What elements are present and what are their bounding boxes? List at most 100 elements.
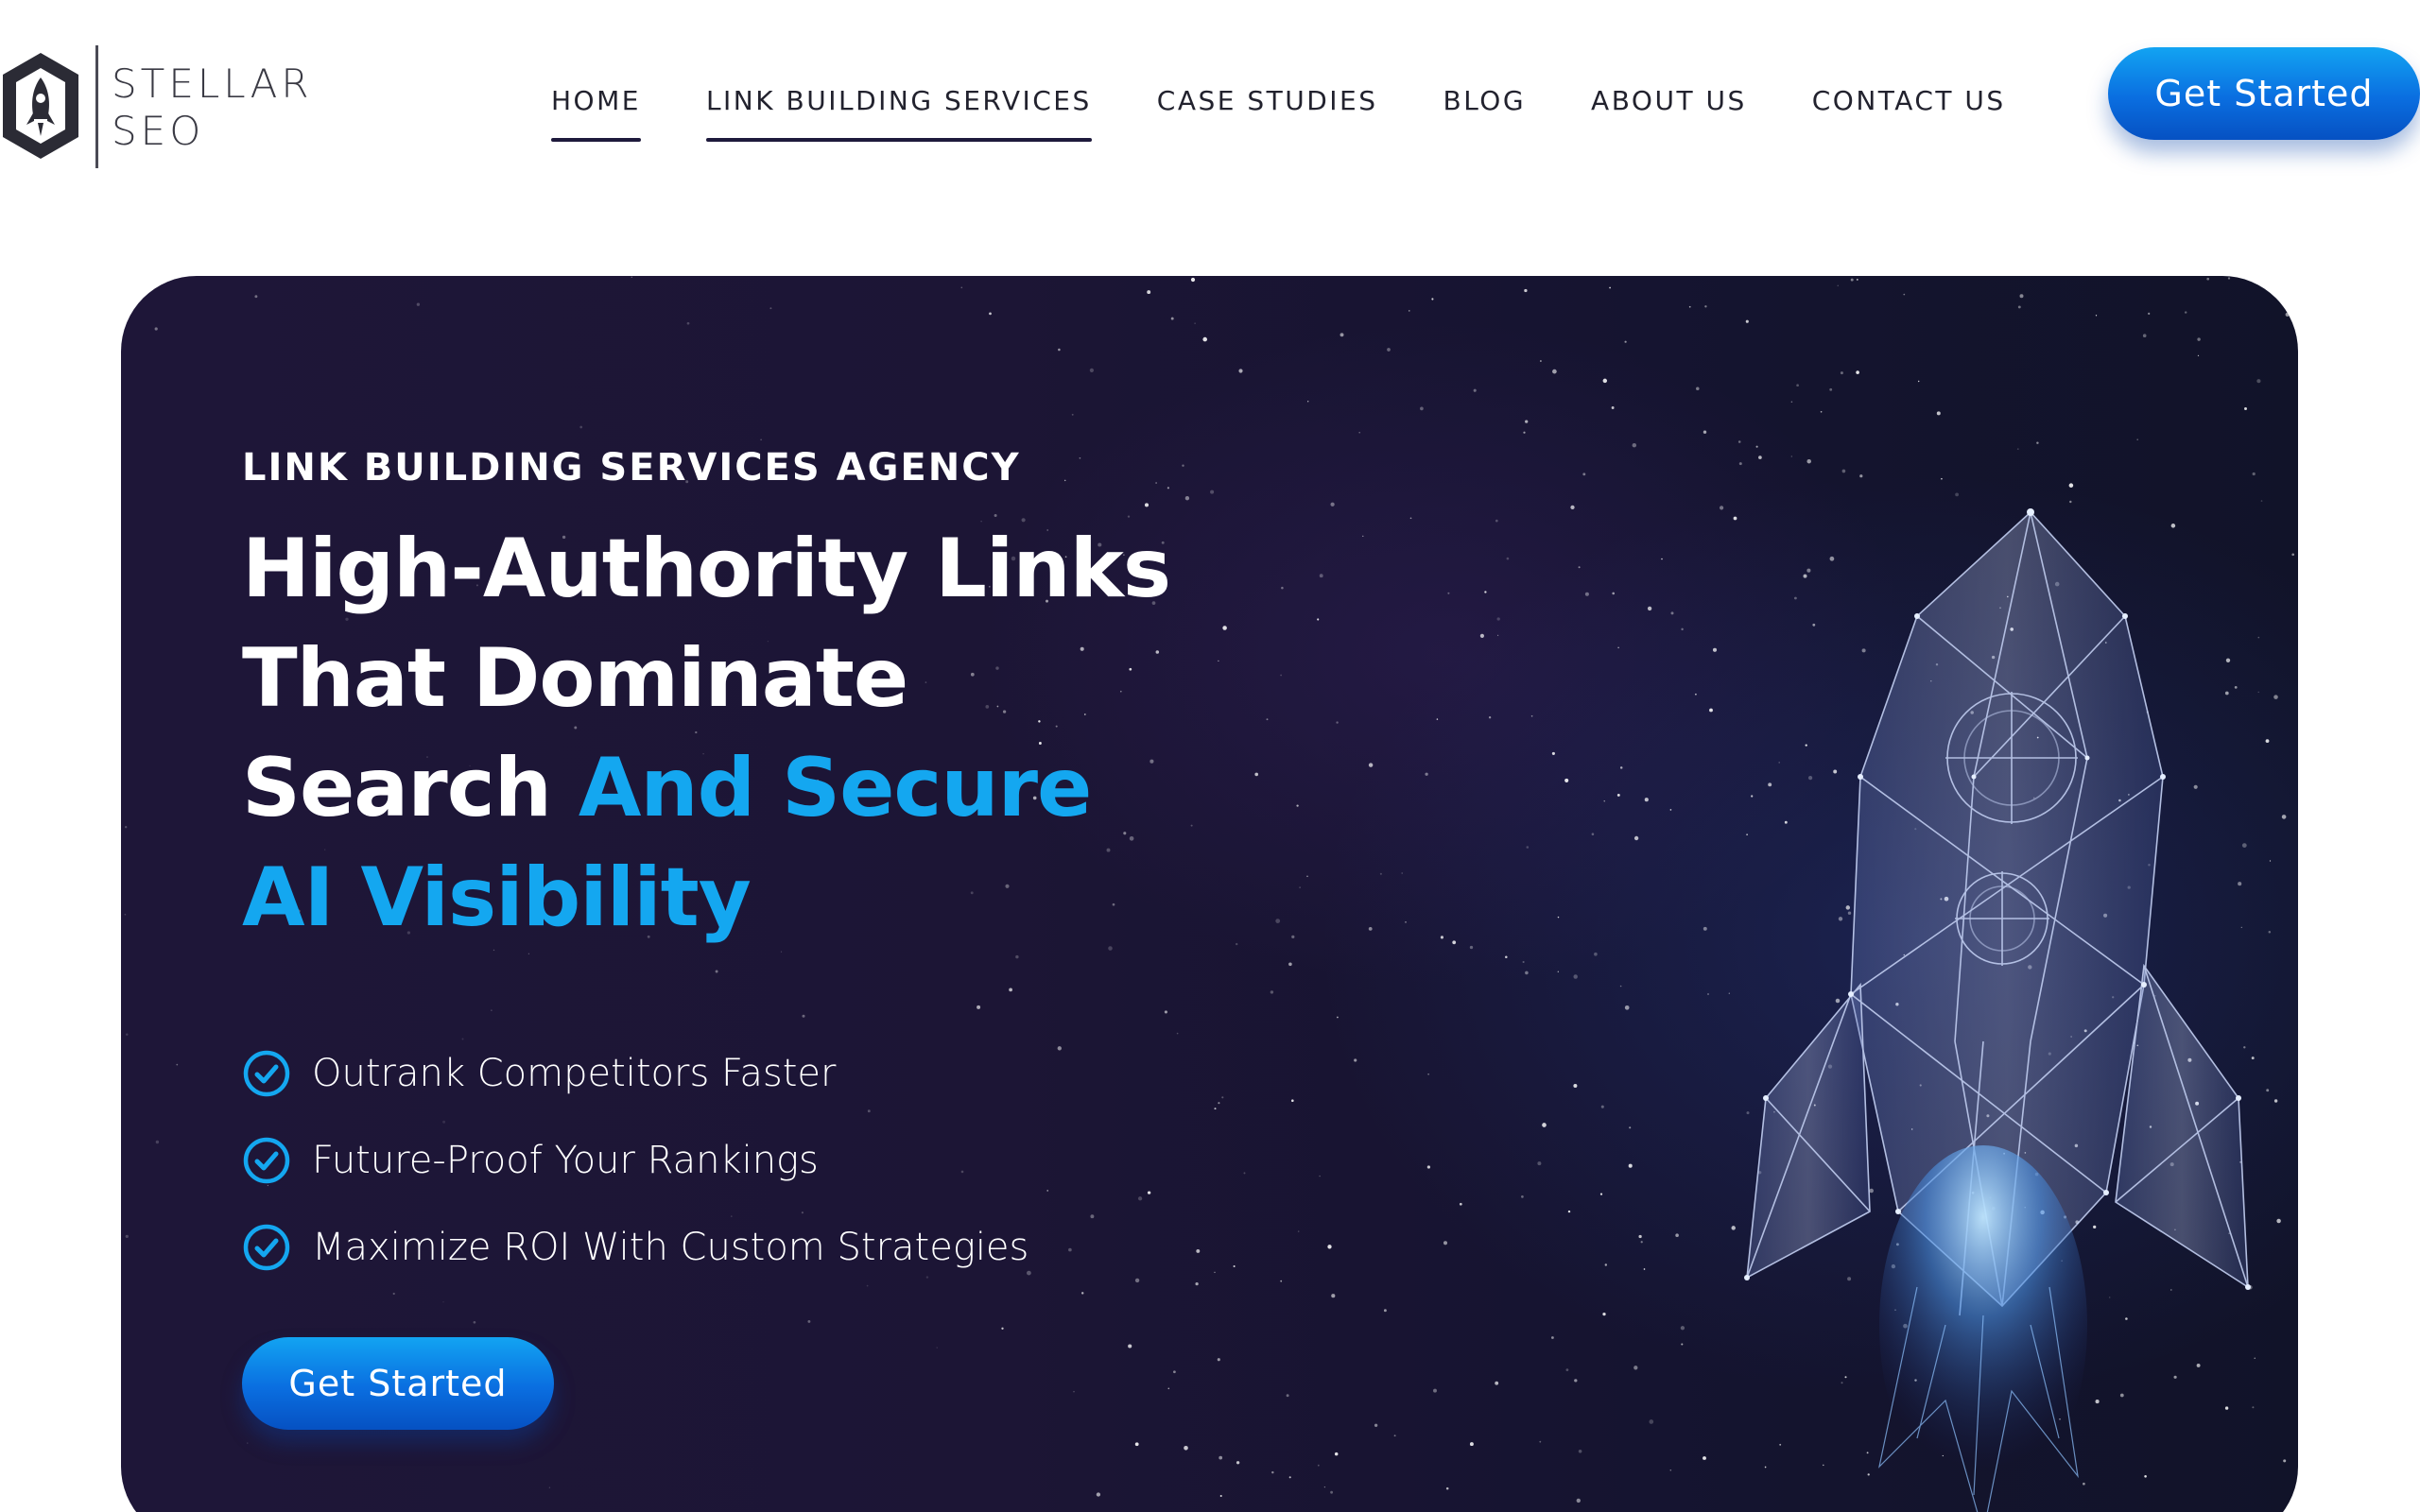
hero-get-started-button[interactable]: Get Started — [242, 1337, 554, 1430]
star — [1521, 1195, 1524, 1198]
nav-item-blog[interactable]: BLOG — [1443, 85, 1527, 142]
star — [1624, 340, 1627, 343]
nav-item-home[interactable]: HOME — [551, 85, 641, 142]
star — [1452, 940, 1457, 945]
star — [1288, 1476, 1291, 1479]
star — [1281, 586, 1284, 590]
star — [1009, 988, 1012, 992]
star — [1340, 333, 1344, 337]
check-circle-icon — [243, 1137, 290, 1184]
feature-item: Maximize ROI With Custom Strategies — [242, 1204, 1028, 1291]
feature-text: Maximize ROI With Custom Strategies — [312, 1226, 1029, 1269]
star — [2197, 354, 2200, 357]
headline-line-3: Search — [242, 741, 579, 835]
star — [1307, 401, 1309, 403]
star — [1459, 1202, 1462, 1206]
star — [1578, 566, 1581, 569]
nav-item-contact-us[interactable]: CONTACT US — [1812, 85, 2006, 142]
star — [1222, 626, 1227, 630]
star — [1195, 1281, 1199, 1286]
nav-item-about-us[interactable]: ABOUT US — [1591, 85, 1747, 142]
star — [1319, 574, 1323, 578]
nav-item-link-building-services[interactable]: LINK BUILDING SERVICES — [705, 85, 1092, 142]
nav-item-case-studies[interactable]: CASE STUDIES — [1157, 85, 1378, 142]
star — [1420, 406, 1424, 411]
star — [1167, 1387, 1170, 1390]
star — [802, 1014, 805, 1018]
star — [1286, 1394, 1289, 1398]
star — [1393, 1435, 1396, 1437]
star — [1164, 1010, 1167, 1014]
star — [1745, 319, 1749, 323]
star — [1079, 456, 1081, 459]
star — [1600, 1105, 1604, 1108]
star — [631, 276, 633, 279]
hero-section: LINK BUILDING SERVICES AGENCY High-Autho… — [121, 276, 2298, 1512]
star — [1551, 751, 1555, 755]
star — [1058, 348, 1061, 352]
star — [977, 1005, 981, 1009]
star — [1170, 317, 1174, 320]
star — [1856, 278, 1858, 281]
star — [1537, 1161, 1542, 1166]
star — [1063, 479, 1066, 482]
star — [1354, 1058, 1357, 1062]
rocket-hexagon-icon — [3, 53, 78, 159]
star — [1046, 1190, 1049, 1192]
star — [1567, 1210, 1571, 1213]
site-header: STELLAR SEO HOME LINK BUILDING SERVICES … — [0, 0, 2420, 208]
star — [1401, 872, 1404, 874]
star — [1578, 1450, 1582, 1453]
star — [1176, 1032, 1179, 1035]
star — [1552, 369, 1557, 374]
star — [760, 438, 762, 441]
star — [124, 913, 127, 916]
star — [1196, 1248, 1201, 1253]
star — [2142, 334, 2147, 337]
star — [1479, 633, 1484, 638]
star — [1280, 674, 1282, 677]
star — [1210, 490, 1215, 494]
star — [1496, 617, 1500, 621]
star — [1238, 369, 1243, 373]
star — [1337, 1016, 1339, 1019]
header-get-started-button[interactable]: Get Started — [2108, 47, 2420, 140]
star — [1903, 293, 1906, 296]
star — [1688, 305, 1691, 308]
star — [1469, 1442, 1474, 1447]
star — [1427, 1074, 1429, 1075]
star — [1217, 1358, 1220, 1362]
star — [1137, 1196, 1143, 1201]
star — [1594, 952, 1598, 956]
star — [392, 1292, 395, 1296]
star — [936, 1347, 938, 1349]
star — [1582, 472, 1586, 476]
star — [2019, 294, 2024, 299]
star — [2197, 337, 2201, 341]
star — [1525, 971, 1529, 975]
star — [125, 826, 128, 829]
star — [1564, 778, 1569, 782]
star — [1602, 1312, 1606, 1316]
site-logo[interactable]: STELLAR SEO — [0, 43, 321, 170]
star — [1271, 1470, 1274, 1474]
star — [1379, 872, 1382, 875]
star — [154, 327, 158, 331]
star — [1495, 519, 1498, 523]
star — [1426, 1165, 1431, 1169]
star — [2227, 277, 2231, 280]
star — [1525, 420, 1529, 423]
star — [1317, 1464, 1320, 1467]
star — [1488, 716, 1492, 719]
star — [1296, 804, 1299, 807]
star — [1550, 1336, 1554, 1339]
star — [1599, 1193, 1603, 1195]
star — [1540, 360, 1542, 362]
star — [1539, 1440, 1542, 1443]
star — [1358, 431, 1361, 434]
star — [1243, 1172, 1246, 1175]
star — [1611, 406, 1615, 409]
star — [1218, 660, 1219, 662]
star — [1155, 482, 1157, 484]
star — [579, 425, 583, 429]
